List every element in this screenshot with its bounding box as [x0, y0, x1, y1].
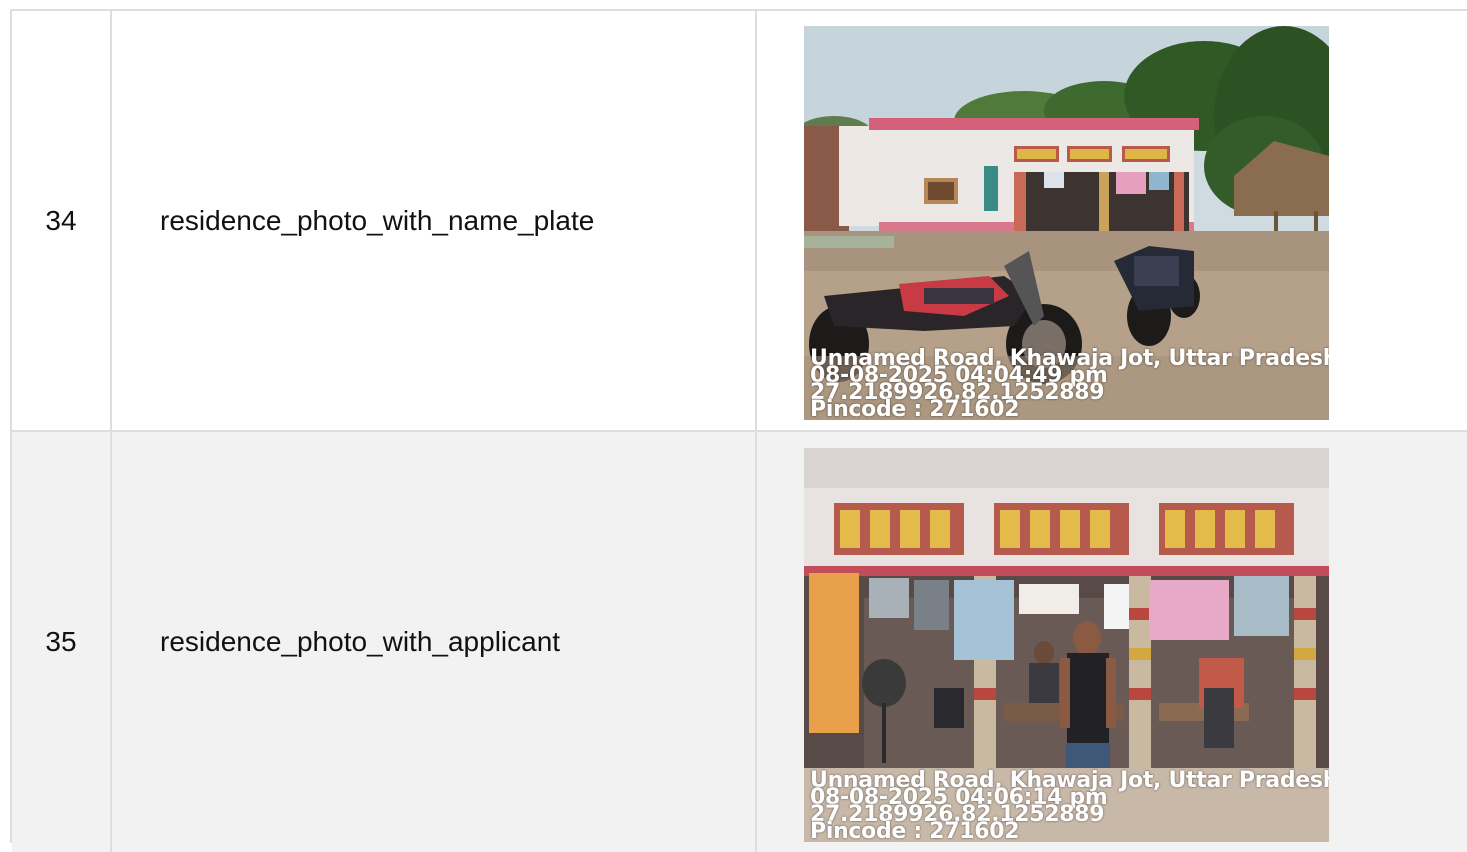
row-label-cell: residence_photo_with_applicant	[112, 432, 757, 852]
table-row: 34 residence_photo_with_name_plate Unnam…	[12, 11, 1467, 432]
row-label: residence_photo_with_name_plate	[160, 204, 595, 236]
row-photo-cell: Unnamed Road, Khawaja Jot, Uttar Pradesh…	[757, 432, 1467, 852]
geotag-stamp: Unnamed Road, Khawaja Jot, Uttar Pradesh…	[810, 770, 1329, 843]
row-number: 34	[45, 204, 77, 236]
table-row: 35 residence_photo_with_applicant Unname…	[12, 432, 1467, 852]
geotag-stamp: Unnamed Road, Khawaja Jot, Uttar Pradesh…	[810, 348, 1329, 421]
row-label-cell: residence_photo_with_name_plate	[112, 11, 757, 430]
row-number-cell: 35	[12, 432, 112, 852]
row-number-cell: 34	[12, 11, 112, 430]
row-label: residence_photo_with_applicant	[160, 626, 561, 657]
row-photo-cell: Unnamed Road, Khawaja Jot, Uttar Pradesh…	[757, 11, 1467, 430]
residence-photo[interactable]: Unnamed Road, Khawaja Jot, Uttar Pradesh…	[804, 26, 1329, 420]
residence-photo[interactable]: Unnamed Road, Khawaja Jot, Uttar Pradesh…	[804, 448, 1329, 842]
row-number: 35	[45, 626, 77, 657]
document-table: 34 residence_photo_with_name_plate Unnam…	[10, 9, 1467, 852]
